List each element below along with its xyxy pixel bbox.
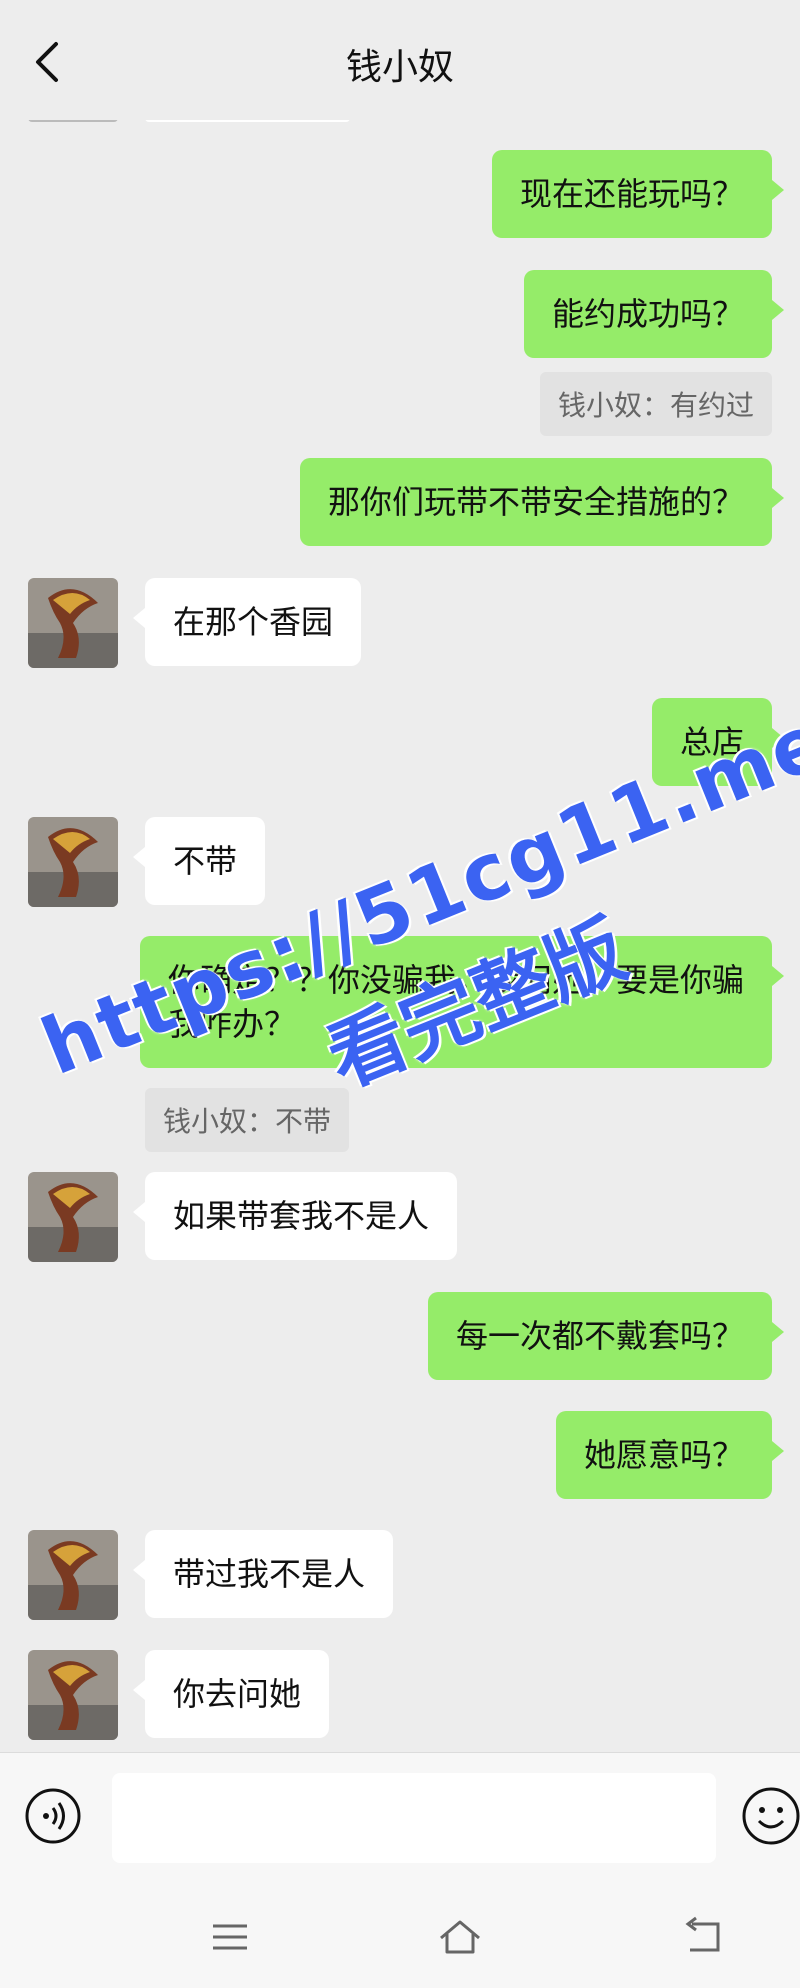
avatar[interactable] — [28, 1650, 118, 1740]
avatar-partial — [28, 120, 118, 122]
sent-message[interactable]: 每一次都不戴套吗？ — [427, 1292, 785, 1380]
message-list[interactable]: 现在还能玩吗？ 能约成功吗？ 钱小奴：有约过 那你们玩带不带安全措施的？ 在那个… — [0, 120, 800, 1750]
sent-message[interactable]: 能约成功吗？ — [523, 270, 785, 358]
received-message[interactable]: 你去问她 — [132, 1650, 330, 1738]
received-message[interactable]: 如果带套我不是人 — [132, 1172, 458, 1260]
quoted-reply[interactable]: 钱小奴：有约过 — [539, 372, 772, 436]
avatar[interactable] — [28, 1530, 118, 1620]
chat-title: 钱小奴 — [345, 47, 454, 88]
quoted-reply[interactable]: 钱小奴：不带 — [145, 1088, 350, 1152]
sent-message[interactable]: 总店 — [651, 698, 785, 786]
sent-message[interactable]: 现在还能玩吗？ — [491, 150, 785, 238]
voice-icon[interactable] — [24, 1787, 82, 1845]
avatar[interactable] — [28, 1172, 118, 1262]
message-input[interactable] — [112, 1773, 716, 1863]
sent-message[interactable]: 你确定？？你没骗我，我问她，要是你骗我咋办？ — [140, 936, 784, 1068]
received-message[interactable]: 带过我不是人 — [132, 1530, 394, 1618]
chat-header: 钱小奴 — [0, 0, 800, 120]
received-message[interactable]: 在那个香园 — [132, 578, 362, 666]
menu-icon[interactable] — [205, 1912, 255, 1962]
bubble-partial — [145, 120, 350, 122]
system-nav-bar — [0, 1882, 800, 1988]
back-icon[interactable] — [678, 1912, 728, 1962]
sent-message[interactable]: 那你们玩带不带安全措施的？ — [299, 458, 785, 546]
avatar[interactable] — [28, 817, 118, 907]
emoji-icon[interactable] — [740, 1785, 800, 1847]
home-icon[interactable] — [435, 1912, 485, 1962]
input-bar — [0, 1752, 800, 1883]
sent-message[interactable]: 她愿意吗？ — [555, 1411, 785, 1499]
received-message[interactable]: 不带 — [132, 817, 266, 905]
avatar[interactable] — [28, 578, 118, 668]
